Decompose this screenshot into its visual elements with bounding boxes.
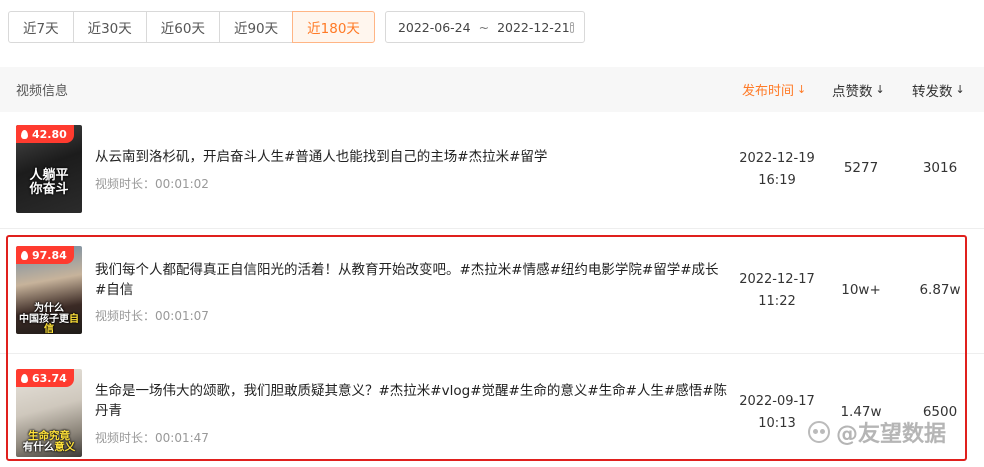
video-duration: 视频时长：00:01:07	[95, 309, 209, 323]
publish-date: 2022-12-19	[739, 151, 815, 166]
video-title-line: 丹青	[95, 403, 122, 419]
video-title-line: 生命是一场伟大的颂歌，我们胆敢质疑其意义？#杰拉米#vlog#觉醒#生命的意义#…	[95, 383, 728, 399]
shares-count: 6.87w	[919, 282, 961, 298]
date-range-bar: 近7天 近30天 近60天 近90天 近180天 2022-06-24 ~ 20…	[8, 11, 585, 43]
column-likes-label: 点赞数	[832, 83, 873, 100]
watermark-text: @友望数据	[836, 422, 947, 447]
range-7d-button[interactable]: 近7天	[8, 11, 74, 43]
video-thumbnail[interactable]: 42.80 人躺平 你奋斗	[16, 125, 82, 213]
table-row[interactable]: 97.84 为什么 中国孩子更自信 我们每个人都配得真正自信阳光的活着！从教育开…	[0, 236, 984, 354]
video-title-line: #自信	[95, 282, 134, 298]
thumbnail-caption-text: 有什么	[22, 441, 55, 454]
thumbnail-caption-text: 中国孩子更	[19, 313, 69, 325]
video-thumbnail[interactable]: 63.74 生命究竟 有什么意义	[16, 369, 82, 457]
date-start: 2022-06-24	[397, 19, 471, 35]
thumbnail-caption: 生命究竟 有什么意义	[16, 430, 82, 453]
range-90d-button[interactable]: 近90天	[218, 11, 294, 43]
video-title[interactable]: 我们每个人都配得真正自信阳光的活着！从教育开始改变吧。#杰拉米#情感#纽约电影学…	[95, 260, 735, 300]
video-title-line: 我们每个人都配得真正自信阳光的活着！从教育开始改变吧。#杰拉米#情感#纽约电影学…	[95, 262, 719, 278]
publish-time: 2022-09-17 10:13	[735, 391, 819, 435]
thumbnail-caption: 人躺平 你奋斗	[16, 169, 82, 196]
video-duration: 视频时长：00:01:47	[95, 431, 209, 445]
range-60d-button[interactable]: 近60天	[145, 11, 220, 43]
sort-publish-time[interactable]: 发布时间 ↓	[742, 80, 806, 99]
publish-time: 2022-12-19 16:19	[735, 148, 819, 192]
column-video-info: 视频信息	[16, 84, 69, 99]
flame-icon	[21, 373, 28, 383]
video-thumbnail[interactable]: 97.84 为什么 中国孩子更自信	[16, 246, 82, 334]
publish-date: 2022-12-17	[739, 272, 815, 287]
weibo-logo-icon	[808, 421, 830, 443]
range-segmented-control: 近7天 近30天 近60天 近90天 近180天	[8, 11, 375, 43]
date-end: 2022-12-21	[497, 19, 570, 35]
hot-score-badge: 63.74	[16, 369, 74, 387]
table-row[interactable]: 42.80 人躺平 你奋斗 从云南到洛杉矶，开启奋斗人生#普通人也能找到自己的主…	[0, 113, 984, 229]
video-duration: 视频时长：00:01:02	[95, 177, 209, 191]
likes-count: 10w+	[841, 282, 881, 298]
column-shares-label: 转发数	[912, 83, 953, 100]
video-title[interactable]: 从云南到洛杉矶，开启奋斗人生#普通人也能找到自己的主场#杰拉米#留学	[95, 147, 735, 167]
publish-date: 2022-09-17	[739, 394, 815, 409]
thumbnail-caption-line: 你奋斗	[29, 181, 69, 197]
hot-score: 42.80	[32, 127, 67, 141]
sort-likes[interactable]: 点赞数 ↓	[832, 80, 906, 100]
thumbnail-caption: 为什么 中国孩子更自信	[16, 303, 82, 334]
calendar-icon	[569, 21, 574, 33]
publish-time: 2022-12-17 11:22	[735, 269, 819, 313]
publish-clock: 10:13	[758, 416, 796, 431]
sort-down-icon: ↓	[875, 83, 885, 96]
watermark: @友望数据	[808, 416, 946, 448]
likes-count: 5277	[843, 160, 879, 176]
column-publish-label: 发布时间	[742, 84, 795, 99]
date-range-picker[interactable]: 2022-06-24 ~ 2022-12-21	[384, 11, 585, 43]
sort-shares[interactable]: 转发数 ↓	[912, 80, 984, 100]
hot-score: 97.84	[32, 248, 67, 262]
thumbnail-caption-line: 人躺平	[29, 168, 69, 183]
date-separator: ~	[478, 19, 490, 35]
table-header: 视频信息 发布时间 ↓ 点赞数 ↓ 转发数 ↓	[0, 67, 984, 112]
video-title[interactable]: 生命是一场伟大的颂歌，我们胆敢质疑其意义？#杰拉米#vlog#觉醒#生命的意义#…	[95, 381, 735, 421]
thumbnail-caption-highlight: 意义	[54, 441, 76, 454]
flame-icon	[21, 250, 28, 260]
shares-count: 3016	[922, 160, 958, 176]
publish-clock: 16:19	[758, 173, 796, 188]
hot-score-badge: 42.80	[16, 125, 74, 143]
sort-down-icon: ↓	[797, 83, 807, 96]
hot-score-badge: 97.84	[16, 246, 74, 264]
flame-icon	[21, 129, 28, 139]
publish-clock: 11:22	[758, 294, 796, 309]
sort-down-icon: ↓	[955, 83, 965, 96]
thumbnail-caption-line: 有什么意义	[16, 442, 82, 453]
range-180d-button[interactable]: 近180天	[292, 11, 375, 43]
range-30d-button[interactable]: 近30天	[72, 11, 147, 43]
thumbnail-caption-line: 中国孩子更自信	[16, 313, 82, 334]
hot-score: 63.74	[32, 371, 67, 385]
